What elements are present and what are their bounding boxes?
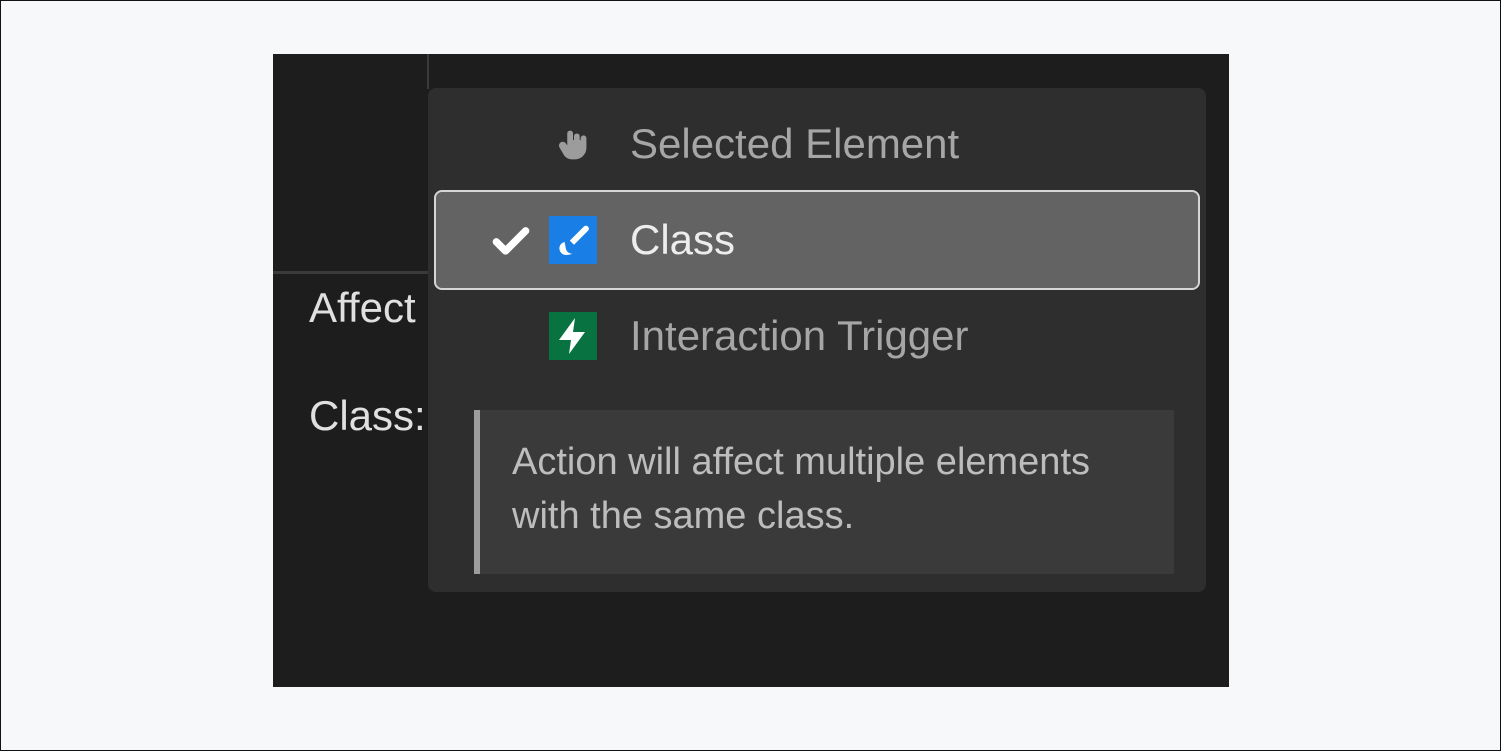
left-label-column: Affect Class: (273, 284, 426, 440)
option-label: Class (604, 216, 735, 264)
option-class[interactable]: Class (436, 192, 1198, 288)
option-label: Interaction Trigger (604, 312, 969, 360)
dropdown-hint-text: Action will affect multiple elements wit… (512, 436, 1142, 544)
option-label: Selected Element (604, 120, 959, 168)
bolt-icon (542, 312, 604, 360)
pointer-icon (542, 121, 604, 167)
brush-icon (542, 216, 604, 264)
dropdown-hint-box: Action will affect multiple elements wit… (474, 410, 1174, 574)
panel-top-tick (427, 54, 429, 89)
checkmark-icon (480, 218, 542, 262)
option-selected-element[interactable]: Selected Element (436, 96, 1198, 192)
settings-panel: Affect Class: Selected Element (273, 54, 1229, 687)
page-canvas: Affect Class: Selected Element (0, 0, 1501, 751)
affect-label: Affect (309, 284, 426, 332)
panel-divider (273, 271, 429, 274)
class-label: Class: (309, 392, 426, 440)
affect-dropdown[interactable]: Selected Element Class (428, 88, 1206, 592)
option-interaction-trigger[interactable]: Interaction Trigger (436, 288, 1198, 384)
